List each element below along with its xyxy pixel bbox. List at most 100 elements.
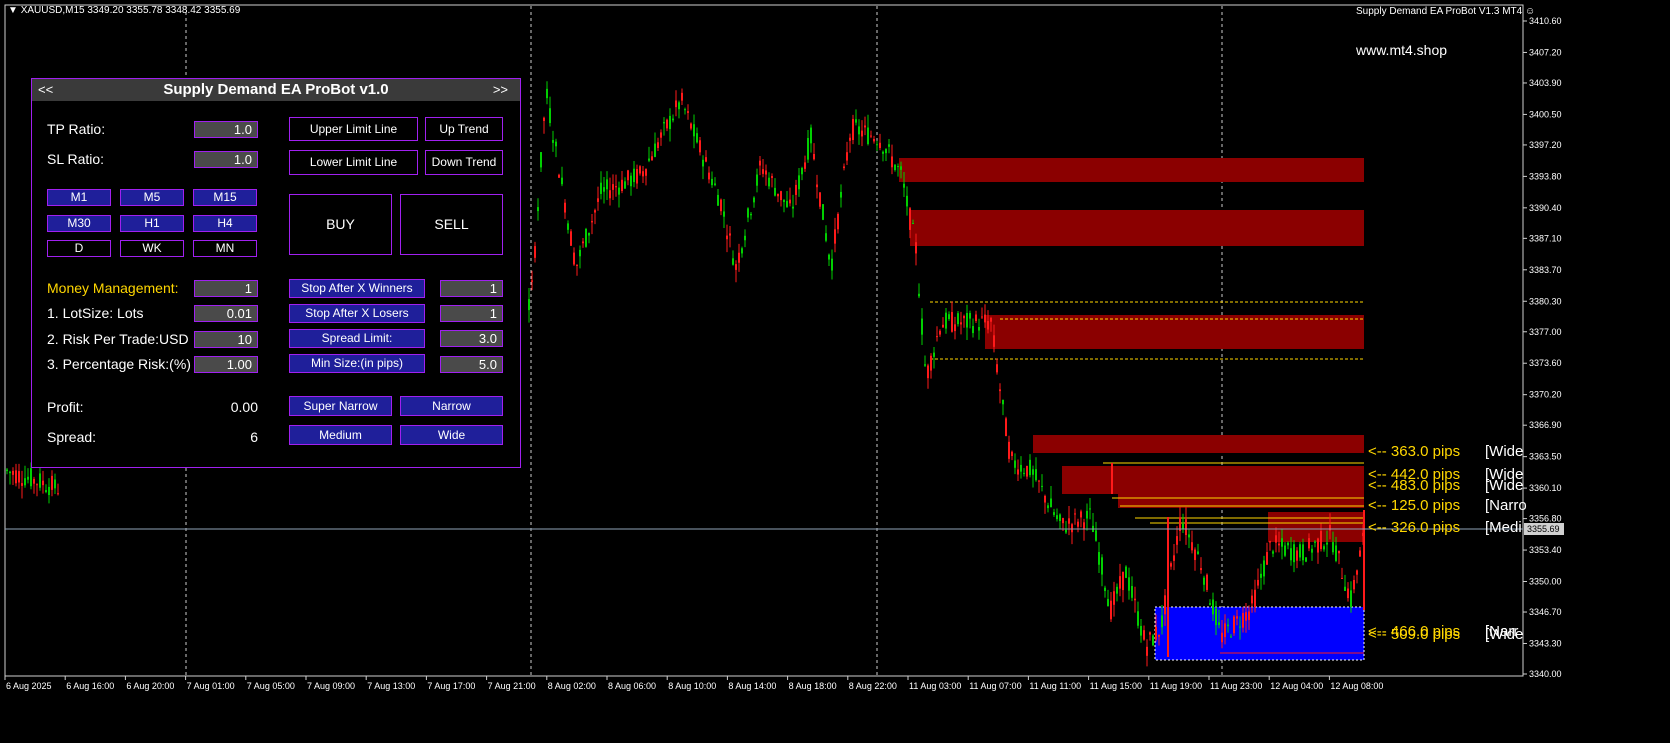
candle-body: [663, 122, 665, 124]
candle-body: [24, 478, 26, 486]
candle-body: [993, 335, 995, 347]
up-trend-button[interactable]: Up Trend: [425, 117, 503, 141]
spread-limit-button[interactable]: Spread Limit:: [289, 329, 425, 348]
next-page-button[interactable]: >>: [493, 82, 508, 97]
candle-body: [1335, 545, 1337, 561]
upper-limit-line-button[interactable]: Upper Limit Line: [289, 117, 418, 141]
sell-button[interactable]: SELL: [400, 194, 503, 255]
tf-h1-button[interactable]: H1: [120, 215, 184, 232]
candle-body: [675, 100, 677, 108]
candle-body: [990, 317, 992, 322]
medium-button[interactable]: Medium: [289, 425, 392, 445]
candle-body: [981, 316, 983, 318]
candle-body: [588, 232, 590, 236]
candle-body: [864, 125, 866, 128]
candle-body: [690, 123, 692, 129]
zone-pips-label: <-- 483.0 pips: [1368, 477, 1460, 494]
time-tick-label: 12 Aug 04:00: [1270, 681, 1323, 691]
percentage-risk-input[interactable]: 1.00: [194, 356, 258, 373]
candle-body: [579, 249, 581, 257]
candle-body: [957, 313, 959, 325]
candle-body: [870, 135, 872, 137]
super-narrow-button[interactable]: Super Narrow: [289, 396, 392, 416]
profit-label: Profit:: [47, 399, 84, 415]
candle-body: [582, 241, 584, 244]
candle-body: [792, 206, 794, 209]
lower-limit-line-button[interactable]: Lower Limit Line: [289, 150, 418, 175]
min-size-input[interactable]: 5.0: [440, 356, 503, 373]
tf-m30-button[interactable]: M30: [47, 215, 111, 232]
min-size-button[interactable]: Min Size:(in pips): [289, 354, 425, 373]
candle-body: [1266, 552, 1268, 565]
tf-m5-button[interactable]: M5: [120, 189, 184, 206]
candle-body: [1332, 542, 1334, 553]
candle-body: [768, 177, 770, 187]
tf-mn-button[interactable]: MN: [193, 240, 257, 257]
candle-body: [1251, 595, 1253, 604]
candle-body: [666, 119, 668, 129]
current-price-label: 3355.69: [1527, 524, 1560, 534]
candle-body: [846, 152, 848, 161]
candle-body: [606, 179, 608, 190]
candle-body: [795, 184, 797, 195]
time-tick-label: 7 Aug 09:00: [307, 681, 355, 691]
tp-ratio-input[interactable]: 1.0: [194, 121, 258, 138]
zone-pips-label: <-- 125.0 pips: [1368, 497, 1460, 514]
candle-body: [48, 486, 50, 496]
candle-body: [849, 137, 851, 141]
candle-body: [534, 246, 536, 258]
down-trend-button[interactable]: Down Trend: [425, 150, 503, 175]
candle-body: [1197, 551, 1199, 554]
candle-body: [624, 181, 626, 189]
price-tick-label: 3350.00: [1529, 577, 1562, 587]
stop-after-winners-button[interactable]: Stop After X Winners: [289, 279, 425, 298]
candle-body: [576, 264, 578, 266]
sl-ratio-label: SL Ratio:: [47, 151, 105, 167]
candle-body: [585, 228, 587, 247]
profit-value: 0.00: [230, 399, 258, 415]
lotsize-input[interactable]: 0.01: [194, 305, 258, 322]
candle-body: [1260, 573, 1262, 578]
tf-h4-button[interactable]: H4: [193, 215, 257, 232]
candle-body: [1062, 518, 1064, 524]
tp-ratio-label: TP Ratio:: [47, 121, 106, 137]
candle-body: [1245, 612, 1247, 621]
candle-body: [657, 142, 659, 148]
candle-body: [42, 480, 44, 486]
risk-per-trade-input[interactable]: 10: [194, 331, 258, 348]
time-tick-label: 8 Aug 14:00: [728, 681, 776, 691]
candle-body: [1125, 566, 1127, 578]
candle-body: [1308, 538, 1310, 549]
stop-winners-input[interactable]: 1: [440, 280, 503, 297]
candle-body: [1203, 577, 1205, 585]
lotsize-label: 1. LotSize: Lots: [47, 305, 144, 321]
wide-button[interactable]: Wide: [400, 425, 503, 445]
tf-m1-button[interactable]: M1: [47, 189, 111, 206]
narrow-button[interactable]: Narrow: [400, 396, 503, 416]
menu-triangle-icon[interactable]: ▼: [8, 5, 18, 16]
sl-ratio-input[interactable]: 1.0: [194, 151, 258, 168]
supply-zone: [910, 210, 1364, 246]
candle-body: [1305, 557, 1307, 562]
candle-body: [906, 195, 908, 207]
tf-m15-button[interactable]: M15: [193, 189, 257, 206]
stop-after-losers-button[interactable]: Stop After X Losers: [289, 304, 425, 323]
money-management-input[interactable]: 1: [194, 280, 258, 297]
tf-d-button[interactable]: D: [47, 240, 111, 257]
stop-losers-input[interactable]: 1: [440, 305, 503, 322]
candle-body: [1281, 538, 1283, 547]
candle-body: [714, 183, 716, 186]
spread-limit-input[interactable]: 3.0: [440, 330, 503, 347]
price-tick-label: 3346.70: [1529, 607, 1562, 617]
candle-body: [936, 336, 938, 338]
candle-body: [1068, 518, 1070, 524]
candle-body: [1194, 549, 1196, 561]
candle-body: [1137, 611, 1139, 626]
current-price-tag: 3355.69: [1524, 523, 1564, 535]
buy-button[interactable]: BUY: [289, 194, 392, 255]
tf-wk-button[interactable]: WK: [120, 240, 184, 257]
candle-body: [741, 248, 743, 254]
candle-body: [645, 169, 647, 176]
time-tick-label: 7 Aug 13:00: [367, 681, 415, 691]
candle-body: [543, 117, 545, 121]
